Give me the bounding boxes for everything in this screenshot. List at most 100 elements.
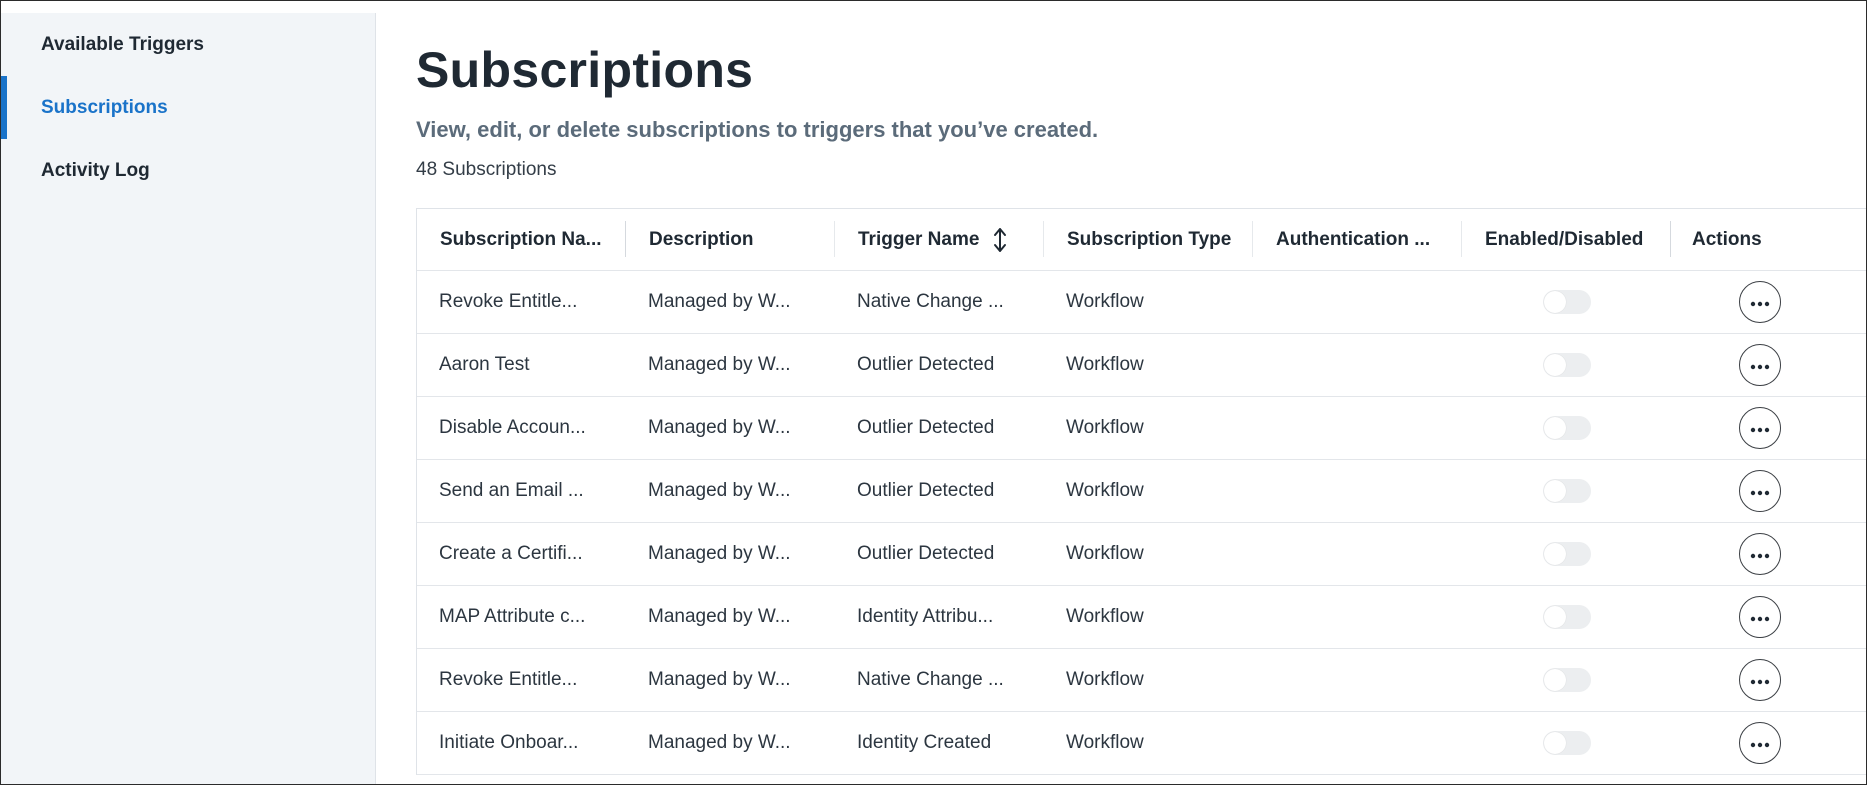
cell-actions [1671, 460, 1849, 522]
cell-text: Disable Accoun... [439, 417, 586, 438]
cell-enabled-disabled [1462, 397, 1671, 459]
more-actions-button[interactable] [1739, 281, 1781, 323]
cell-text: Managed by W... [648, 732, 791, 753]
enabled-toggle[interactable] [1542, 290, 1591, 314]
more-actions-button[interactable] [1739, 470, 1781, 512]
subscription-count: 48 Subscriptions [416, 159, 557, 180]
cell-text: Workflow [1066, 417, 1144, 438]
column-header-description[interactable]: Description [626, 209, 835, 270]
table-row[interactable]: Initiate Onboar... Managed by W... Ident… [417, 712, 1866, 775]
column-header-subscription-name[interactable]: Subscription Na... [417, 209, 626, 270]
column-header-enabled-disabled[interactable]: Enabled/Disabled [1462, 209, 1671, 270]
more-actions-button[interactable] [1739, 659, 1781, 701]
cell-text: Revoke Entitle... [439, 669, 578, 690]
cell-text: Managed by W... [648, 669, 791, 690]
sidebar-item-available-triggers[interactable]: Available Triggers [1, 13, 375, 76]
cell-text: Workflow [1066, 606, 1144, 627]
cell-text: Managed by W... [648, 417, 791, 438]
table-row[interactable]: MAP Attribute c... Managed by W... Ident… [417, 586, 1866, 649]
column-header-authentication[interactable]: Authentication ... [1253, 209, 1462, 270]
sidebar-item-activity-log[interactable]: Activity Log [1, 139, 375, 202]
page-subtitle: View, edit, or delete subscriptions to t… [416, 117, 1099, 142]
more-horizontal-icon [1750, 606, 1770, 628]
cell-enabled-disabled [1462, 712, 1671, 774]
table-row[interactable]: Revoke Entitle... Managed by W... Native… [417, 649, 1866, 712]
sidebar-item-subscriptions[interactable]: Subscriptions [1, 76, 375, 139]
cell-trigger-name: Outlier Detected [835, 460, 1044, 522]
cell-text: Managed by W... [648, 606, 791, 627]
more-actions-button[interactable] [1739, 344, 1781, 386]
table-row[interactable]: Send an Email ... Managed by W... Outlie… [417, 460, 1866, 523]
column-header-trigger-name[interactable]: Trigger Name [835, 209, 1044, 270]
cell-authentication [1253, 334, 1462, 396]
cell-authentication [1253, 460, 1462, 522]
table-row[interactable]: Create a Certifi... Managed by W... Outl… [417, 523, 1866, 586]
cell-subscription-name: MAP Attribute c... [417, 586, 626, 648]
more-horizontal-icon [1750, 543, 1770, 565]
cell-actions [1671, 271, 1849, 333]
cell-enabled-disabled [1462, 586, 1671, 648]
cell-description: Managed by W... [626, 523, 835, 585]
table-header-row: Subscription Na... Description Trigger N… [417, 209, 1866, 271]
more-actions-button[interactable] [1739, 596, 1781, 638]
cell-trigger-name: Native Change ... [835, 649, 1044, 711]
cell-subscription-name: Disable Accoun... [417, 397, 626, 459]
cell-subscription-type: Workflow [1044, 460, 1253, 522]
cell-text: Initiate Onboar... [439, 732, 579, 753]
cell-text: Workflow [1066, 480, 1144, 501]
more-actions-button[interactable] [1739, 533, 1781, 575]
cell-subscription-name: Initiate Onboar... [417, 712, 626, 774]
cell-authentication [1253, 523, 1462, 585]
enabled-toggle[interactable] [1542, 731, 1591, 755]
cell-subscription-type: Workflow [1044, 649, 1253, 711]
cell-text: Workflow [1066, 291, 1144, 312]
cell-text: Create a Certifi... [439, 543, 583, 564]
cell-trigger-name: Native Change ... [835, 271, 1044, 333]
more-horizontal-icon [1750, 417, 1770, 439]
cell-enabled-disabled [1462, 460, 1671, 522]
table-row[interactable]: Revoke Entitle... Managed by W... Native… [417, 271, 1866, 334]
cell-subscription-type: Workflow [1044, 271, 1253, 333]
sort-arrows-icon[interactable] [993, 227, 1007, 253]
more-actions-button[interactable] [1739, 722, 1781, 764]
cell-enabled-disabled [1462, 523, 1671, 585]
cell-text: Workflow [1066, 669, 1144, 690]
cell-text: Identity Attribu... [857, 606, 994, 627]
cell-text: Workflow [1066, 354, 1144, 375]
page-title: Subscriptions [416, 42, 754, 98]
cell-actions [1671, 712, 1849, 774]
column-header-label: Actions [1692, 228, 1762, 250]
table-row[interactable]: Aaron Test Managed by W... Outlier Detec… [417, 334, 1866, 397]
more-actions-button[interactable] [1739, 407, 1781, 449]
cell-trigger-name: Identity Created [835, 712, 1044, 774]
cell-authentication [1253, 586, 1462, 648]
column-header-subscription-type[interactable]: Subscription Type [1044, 209, 1253, 270]
enabled-toggle[interactable] [1542, 668, 1591, 692]
enabled-toggle[interactable] [1542, 542, 1591, 566]
more-horizontal-icon [1750, 669, 1770, 691]
enabled-toggle[interactable] [1542, 416, 1591, 440]
cell-subscription-name: Revoke Entitle... [417, 271, 626, 333]
enabled-toggle[interactable] [1542, 605, 1591, 629]
cell-authentication [1253, 649, 1462, 711]
sidebar: Available Triggers Subscriptions Activit… [1, 13, 376, 784]
more-horizontal-icon [1750, 354, 1770, 376]
cell-text: Managed by W... [648, 354, 791, 375]
cell-subscription-type: Workflow [1044, 334, 1253, 396]
cell-description: Managed by W... [626, 586, 835, 648]
cell-description: Managed by W... [626, 460, 835, 522]
cell-text: Revoke Entitle... [439, 291, 578, 312]
toggle-knob [1543, 354, 1566, 376]
more-horizontal-icon [1750, 480, 1770, 502]
enabled-toggle[interactable] [1542, 353, 1591, 377]
cell-text: MAP Attribute c... [439, 606, 586, 627]
enabled-toggle[interactable] [1542, 479, 1591, 503]
cell-subscription-name: Send an Email ... [417, 460, 626, 522]
cell-description: Managed by W... [626, 271, 835, 333]
column-header-label: Trigger Name [858, 228, 980, 250]
table-row[interactable]: Disable Accoun... Managed by W... Outlie… [417, 397, 1866, 460]
cell-description: Managed by W... [626, 712, 835, 774]
toggle-knob [1543, 291, 1566, 313]
cell-actions [1671, 649, 1849, 711]
cell-text: Outlier Detected [857, 480, 995, 501]
